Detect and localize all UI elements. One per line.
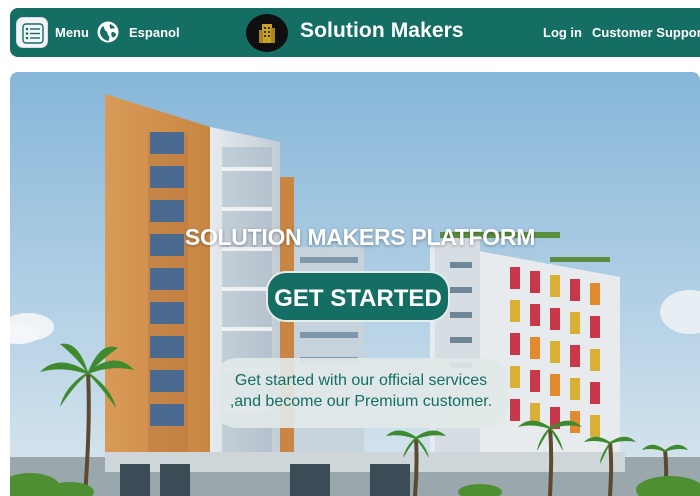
menu-label[interactable]: Menu bbox=[55, 25, 89, 40]
top-navigation-bar: Menu Espanol Solution Makers Log in Cust… bbox=[10, 8, 700, 57]
building-logo-icon bbox=[259, 24, 275, 43]
hero-heading: SOLUTION MAKERS PLATFORM bbox=[184, 224, 536, 250]
language-link[interactable]: Espanol bbox=[129, 25, 180, 40]
login-link[interactable]: Log in bbox=[543, 25, 582, 40]
promo-message-box: Get started with our official services ,… bbox=[213, 358, 509, 428]
logo[interactable] bbox=[246, 14, 288, 52]
brand-title[interactable]: Solution Makers bbox=[300, 19, 464, 43]
globe-icon[interactable] bbox=[97, 21, 119, 43]
customer-support-link[interactable]: Customer Support bbox=[592, 25, 700, 40]
get-started-button[interactable]: GET STARTED bbox=[266, 271, 450, 322]
promo-line-2: ,and become our Premium customer. bbox=[229, 393, 493, 410]
hero-banner: SOLUTION MAKERS PLATFORM GET STARTED Get… bbox=[10, 72, 700, 496]
menu-list-icon bbox=[22, 23, 44, 44]
menu-button[interactable] bbox=[16, 17, 48, 48]
promo-line-1: Get started with our official services bbox=[234, 372, 488, 389]
